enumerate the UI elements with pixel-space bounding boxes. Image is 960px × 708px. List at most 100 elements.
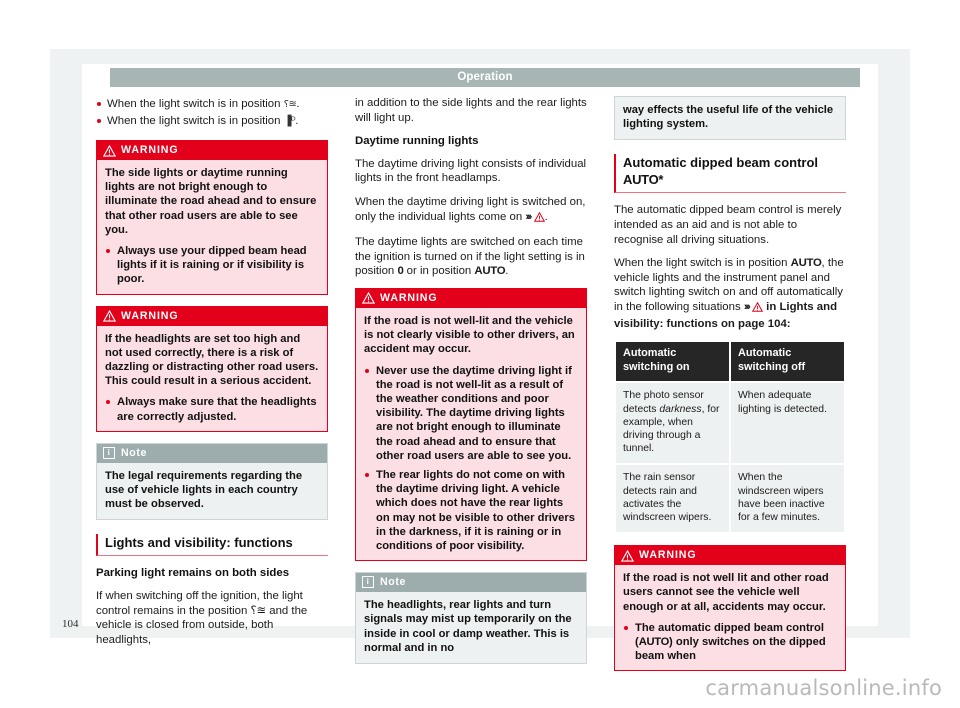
light-switch-bullet-list: When the light switch is in position ⸮≊.… <box>96 96 328 130</box>
page-columns: When the light switch is in position ⸮≊.… <box>96 96 878 672</box>
warning-body: If the headlights are set too high and n… <box>97 326 327 431</box>
table-cell-switching-on: The rain sensor detects rain and activat… <box>616 465 729 533</box>
column-2: in addition to the side lights and the r… <box>355 96 587 675</box>
list-item: When the light switch is in position ▐ᴰ. <box>96 113 328 130</box>
warning-label: WARNING <box>639 549 697 562</box>
warning-triangle-icon <box>361 292 376 305</box>
note-label: Note <box>121 446 147 459</box>
paragraph-with-reference: When the daytime driving light is switch… <box>355 195 587 226</box>
paragraph-text: When the daytime driving light is switch… <box>355 195 586 223</box>
chapter-title-bar: Operation <box>110 68 860 87</box>
position-value-auto: AUTO <box>790 257 822 270</box>
note-box-continued: way effects the useful life of the vehic… <box>614 96 846 141</box>
warning-body: If the road is not well lit and other ro… <box>615 565 845 670</box>
table-row: The photo sensor detects darkness, for e… <box>616 383 844 464</box>
warning-header: WARNING <box>97 141 327 160</box>
list-item: The automatic dipped beam control (AUTO)… <box>623 621 837 664</box>
warning-box: WARNING If the road is not well-lit and … <box>355 287 587 562</box>
section-heading-lights-visibility: Lights and visibility: functions <box>96 534 328 557</box>
table-row: The rain sensor detects rain and activat… <box>616 465 844 533</box>
list-item: The rear lights do not come on with the … <box>364 468 578 553</box>
paragraph: The automatic dipped beam control is mer… <box>614 204 842 246</box>
subheading-parking-light: Parking light remains on both sides <box>96 567 290 580</box>
list-item: Always use your dipped beam head lights … <box>105 244 319 287</box>
note-header: i Note <box>97 443 327 463</box>
column-3: way effects the useful life of the vehic… <box>614 96 846 682</box>
bullet-text-after: . <box>295 115 299 127</box>
warning-bullet-list: Always use your dipped beam head lights … <box>105 244 319 287</box>
table-header-row: Automatic switching on Automatic switchi… <box>616 342 844 382</box>
position-value-auto: AUTO <box>474 265 506 278</box>
note-paragraph: The headlights, rear lights and turn sig… <box>364 599 572 654</box>
table-cell-switching-off: When the windscreen wipers have been ina… <box>731 465 844 533</box>
paragraph-text-end: . <box>544 210 548 223</box>
paragraph-text: When the light switch is in position <box>614 257 788 270</box>
watermark: carmanualsonline.info <box>705 676 942 700</box>
paragraph-text-mid: or in position <box>406 265 472 278</box>
table-cell-switching-off: When adequate lighting is detected. <box>731 383 844 464</box>
note-body: The legal requirements regarding the use… <box>97 463 327 520</box>
paragraph-auto-switch: When the light switch is in position AUT… <box>614 256 846 331</box>
cell-text-italic: darkness <box>659 403 702 415</box>
column-1: When the light switch is in position ⸮≊.… <box>96 96 328 656</box>
warning-paragraph: If the road is not well-lit and the vehi… <box>364 314 575 356</box>
warning-body: The side lights or daytime running light… <box>97 160 327 294</box>
note-header: i Note <box>356 573 586 593</box>
warning-bullet-list: Always make sure that the headlights are… <box>105 395 319 423</box>
paragraph: If when switching off the ignition, the … <box>96 590 308 646</box>
warning-header: WARNING <box>356 288 586 308</box>
section-heading-auto-dipped-beam: Automatic dipped beam control AUTO* <box>614 154 846 194</box>
automatic-switching-table: Automatic switching on Automatic switchi… <box>614 340 846 534</box>
warning-body: If the road is not well-lit and the vehi… <box>356 308 586 560</box>
list-item: Never use the daytime driving light if t… <box>364 364 578 463</box>
bullet-text-after: . <box>296 98 300 110</box>
list-item: Always make sure that the headlights are… <box>105 395 319 423</box>
list-item: When the light switch is in position ⸮≊. <box>96 96 328 113</box>
warning-triangle-icon <box>533 211 545 227</box>
bullet-text: When the light switch is in position <box>107 115 281 127</box>
warning-box: WARNING The side lights or daytime runni… <box>96 140 328 295</box>
info-icon: i <box>362 576 374 589</box>
note-paragraph: way effects the useful life of the vehic… <box>623 104 834 131</box>
info-icon: i <box>103 446 115 459</box>
paragraph-text-end: . <box>505 265 509 278</box>
subheading-daytime-running-lights: Daytime running lights <box>355 135 479 148</box>
paragraph-continued: in addition to the side lights and the r… <box>355 97 587 124</box>
page-number: 104 <box>62 618 79 630</box>
manual-page: Operation When the light switch is in po… <box>0 0 960 708</box>
note-box: i Note The legal requirements regarding … <box>96 442 328 521</box>
warning-bullet-list: The automatic dipped beam control (AUTO)… <box>623 621 837 664</box>
note-box: i Note The headlights, rear lights and t… <box>355 572 587 664</box>
cross-reference-arrows-icon: ››› <box>743 300 751 313</box>
warning-triangle-icon <box>751 301 764 317</box>
table-header-switching-on: Automatic switching on <box>616 342 729 382</box>
warning-label: WARNING <box>121 144 179 156</box>
warning-bullet-list: Never use the daytime driving light if t… <box>364 364 578 554</box>
table-header-switching-off: Automatic switching off <box>731 342 844 382</box>
warning-label: WARNING <box>121 309 179 322</box>
warning-paragraph: The side lights or daytime running light… <box>105 167 317 236</box>
warning-header: WARNING <box>615 546 845 566</box>
warning-triangle-icon <box>620 549 635 562</box>
warning-label: WARNING <box>380 291 438 304</box>
table-cell-switching-on: The photo sensor detects darkness, for e… <box>616 383 729 464</box>
dipped-beam-symbol-icon: ⸮≊ <box>283 99 297 110</box>
note-body: way effects the useful life of the vehic… <box>615 97 845 139</box>
position-value-auto: AUTO <box>638 635 670 648</box>
warning-paragraph: If the headlights are set too high and n… <box>105 332 319 388</box>
warning-triangle-icon <box>102 144 117 157</box>
warning-box: WARNING If the road is not well lit and … <box>614 545 846 672</box>
bullet-text: When the light switch is in position <box>107 98 281 110</box>
section-heading-text: Automatic dipped beam control <box>623 155 819 171</box>
warning-header: WARNING <box>97 306 327 326</box>
note-paragraph: The legal requirements regarding the use… <box>105 469 303 511</box>
position-value-0: 0 <box>397 265 404 278</box>
paragraph-positions: The daytime lights are switched on each … <box>355 235 587 279</box>
warning-paragraph: If the road is not well lit and other ro… <box>623 572 829 613</box>
note-label: Note <box>380 576 406 589</box>
warning-triangle-icon <box>102 309 117 322</box>
note-body: The headlights, rear lights and turn sig… <box>356 592 586 663</box>
side-light-symbol-icon: ▐ᴰ <box>283 116 296 127</box>
paragraph: The daytime driving light consists of in… <box>355 157 587 185</box>
warning-box: WARNING If the headlights are set too hi… <box>96 305 328 432</box>
